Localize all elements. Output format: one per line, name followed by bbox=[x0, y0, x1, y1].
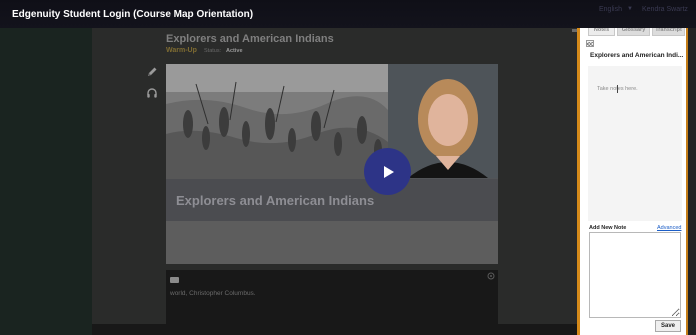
text-cursor bbox=[617, 85, 618, 93]
headphones-icon[interactable] bbox=[145, 86, 159, 100]
save-button[interactable]: Save bbox=[655, 320, 681, 332]
collapse-panel-button[interactable] bbox=[586, 40, 594, 47]
status-badge: Active bbox=[226, 48, 243, 54]
double-chevron-left-icon bbox=[587, 41, 593, 46]
play-icon bbox=[383, 165, 394, 178]
window-title: Edgenuity Student Login (Course Map Orie… bbox=[12, 9, 254, 20]
lesson-title: Explorers and American Indians bbox=[166, 33, 334, 45]
add-note-label: Add New Note bbox=[589, 225, 627, 231]
pencil-icon[interactable] bbox=[145, 65, 159, 79]
video-controls-area bbox=[166, 221, 498, 264]
title-bar: Edgenuity Student Login (Course Map Orie… bbox=[0, 0, 696, 28]
historical-engraving-image bbox=[166, 64, 388, 189]
chevron-down-icon[interactable]: ▼ bbox=[627, 6, 633, 12]
lesson-type: Warm-Up bbox=[166, 47, 197, 54]
transcript-box bbox=[166, 270, 498, 324]
video-caption: Explorers and American Indians bbox=[176, 193, 375, 208]
notes-panel-title: Explorers and American Indi... bbox=[590, 52, 684, 59]
status-label: Status: bbox=[204, 48, 222, 54]
play-button[interactable] bbox=[364, 148, 411, 195]
bottom-bar bbox=[92, 324, 577, 335]
gear-icon[interactable] bbox=[487, 272, 495, 280]
new-note-input[interactable] bbox=[589, 232, 681, 318]
left-gutter bbox=[0, 28, 92, 335]
language-selector[interactable]: English bbox=[599, 6, 622, 13]
user-name[interactable]: Kendra Swartz bbox=[642, 6, 688, 13]
transcript-text: world, Christopher Columbus. bbox=[170, 290, 256, 297]
window-edge bbox=[688, 0, 696, 335]
closed-captions-icon[interactable] bbox=[170, 277, 179, 283]
advanced-link[interactable]: Advanced bbox=[657, 225, 681, 231]
